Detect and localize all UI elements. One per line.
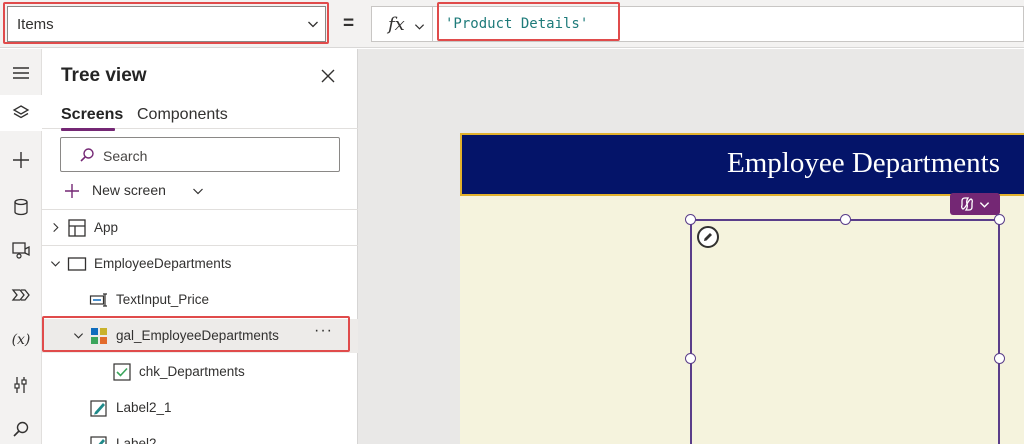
- copilot-button[interactable]: [950, 193, 1000, 215]
- new-screen-label: New screen: [92, 182, 166, 198]
- media-button[interactable]: [0, 232, 42, 268]
- chevron-down-icon: [308, 21, 318, 28]
- chevron-down-icon: [193, 188, 203, 195]
- divider: [42, 209, 358, 210]
- copilot-icon: [961, 197, 973, 211]
- layers-icon: [12, 105, 30, 119]
- close-icon[interactable]: [320, 68, 336, 84]
- search-icon: [80, 148, 94, 162]
- chevron-down-icon: [50, 261, 61, 267]
- divider: [42, 245, 358, 246]
- property-dropdown[interactable]: Items: [7, 6, 326, 42]
- tree-node-gallery[interactable]: gal_EmployeeDepartments ···: [42, 319, 358, 353]
- tree-node-label: TextInput_Price: [116, 292, 210, 307]
- advanced-tools-button[interactable]: [0, 367, 42, 403]
- fx-icon: fx: [388, 14, 405, 35]
- tree-node-label: gal_EmployeeDepartments: [116, 328, 279, 343]
- formula-input[interactable]: 'Product Details': [433, 6, 1024, 42]
- chevron-down-icon: [73, 333, 84, 339]
- app-icon: [68, 219, 86, 237]
- tree-node-label-control[interactable]: Label2_1: [42, 391, 358, 425]
- tree-node-checkbox[interactable]: chk_Departments: [42, 355, 358, 389]
- variables-icon: (x): [11, 332, 31, 348]
- tree-node-label: Label2: [116, 436, 157, 444]
- insert-button[interactable]: [0, 142, 42, 178]
- resize-handle[interactable]: [685, 353, 696, 364]
- formula-bar: Items = fx 'Product Details': [0, 0, 1024, 48]
- gallery-icon: [91, 328, 107, 344]
- resize-handle[interactable]: [840, 214, 851, 225]
- checkbox-icon: [113, 363, 131, 381]
- header-title: Employee Departments: [727, 147, 1000, 179]
- fx-button[interactable]: fx: [371, 6, 433, 42]
- resize-handle[interactable]: [685, 214, 696, 225]
- tree-node-label: chk_Departments: [139, 364, 245, 379]
- text-input-icon: [89, 293, 107, 307]
- pencil-icon: [704, 233, 712, 241]
- tab-screens[interactable]: Screens: [61, 106, 123, 124]
- data-button[interactable]: [0, 189, 42, 225]
- power-automate-icon: [11, 289, 30, 301]
- tree-node-screen[interactable]: EmployeeDepartments: [42, 247, 358, 281]
- chevron-down-icon: [979, 202, 990, 208]
- tree-node-label-control[interactable]: Label2: [42, 427, 358, 444]
- advanced-tools-icon: [14, 377, 27, 393]
- tree-node-app[interactable]: App: [42, 211, 358, 245]
- more-options-icon[interactable]: ···: [314, 322, 333, 340]
- tree-node-label: Label2_1: [116, 400, 172, 415]
- resize-handle[interactable]: [994, 353, 1005, 364]
- tree-view-button[interactable]: [0, 95, 42, 131]
- gallery-control[interactable]: [685, 214, 1005, 444]
- search-button[interactable]: [0, 411, 42, 444]
- chevron-down-icon: [414, 24, 425, 30]
- formula-text: 'Product Details': [445, 16, 589, 32]
- search-icon: [13, 421, 29, 437]
- tree-view-title: Tree view: [61, 65, 147, 86]
- left-rail: (x): [0, 49, 42, 444]
- label-icon: [90, 436, 107, 444]
- edit-gallery-button[interactable]: [697, 226, 719, 248]
- plus-icon: [13, 152, 29, 168]
- tab-components[interactable]: Components: [137, 106, 228, 124]
- header-bar[interactable]: Employee Departments: [460, 133, 1024, 196]
- chevron-right-icon: [53, 222, 59, 233]
- tree-node-label: EmployeeDepartments: [94, 256, 232, 271]
- power-automate-button[interactable]: [0, 277, 42, 313]
- screen-icon: [67, 257, 87, 271]
- search-placeholder: Search: [103, 148, 148, 164]
- equals-sign: =: [343, 13, 355, 34]
- media-icon: [12, 242, 30, 259]
- resize-handle[interactable]: [994, 214, 1005, 225]
- active-tab-indicator: [61, 128, 115, 131]
- variables-button[interactable]: (x): [0, 322, 42, 358]
- tree-node-label: App: [94, 220, 119, 235]
- app-screen[interactable]: Employee Departments: [460, 133, 1024, 444]
- menu-button[interactable]: [0, 55, 42, 91]
- label-icon: [90, 400, 107, 417]
- tree-node-text-input[interactable]: TextInput_Price: [42, 283, 358, 317]
- property-value: Items: [17, 16, 54, 33]
- hamburger-menu-icon: [13, 67, 29, 79]
- plus-icon: [65, 184, 79, 198]
- data-cylinder-icon: [14, 198, 28, 216]
- tree-search-input[interactable]: Search: [60, 137, 340, 172]
- design-canvas: Employee Departments: [358, 49, 1024, 444]
- tree-view-panel: Tree view Screens Components Search New …: [42, 49, 358, 444]
